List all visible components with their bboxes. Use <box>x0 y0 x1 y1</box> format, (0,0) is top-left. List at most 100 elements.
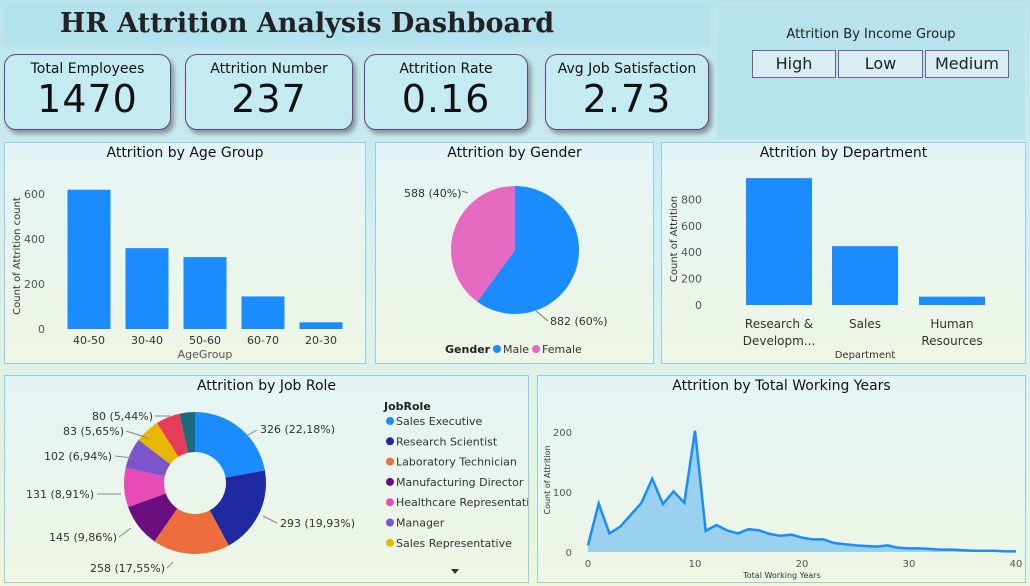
data-label: 293 (19,93%) <box>280 517 355 530</box>
legend-label: Sales Executive <box>396 415 483 428</box>
leader-line <box>262 515 278 524</box>
y-tick-label: 200 <box>24 278 45 291</box>
legend-label: Manager <box>396 517 445 530</box>
legend-label: Research Scientist <box>396 435 498 448</box>
kpi-attrition-rate[interactable]: Attrition Rate 0.16 <box>364 54 528 130</box>
bar <box>67 189 111 329</box>
y-tick-label: 800 <box>681 193 702 206</box>
x-tick-label: 30 <box>903 559 916 570</box>
x-axis-label: AgeGroup <box>178 348 233 361</box>
y-axis-label: Count of Attrition <box>669 196 680 282</box>
x-tick-label: 40 <box>1010 559 1023 570</box>
x-tick-label: Human Resources <box>921 317 982 348</box>
legend-marker <box>386 457 394 466</box>
working-years-area-chart: 0 100 200 0 10 20 30 40 Total Working Years Count… <box>543 428 1023 580</box>
legend-scroll-down-icon <box>451 569 459 574</box>
x-tick-label: Research & Developm... <box>743 317 816 348</box>
legend-marker <box>386 518 394 527</box>
data-label: 131 (8,91%) <box>26 488 94 501</box>
y-tick-label: 0 <box>695 299 702 312</box>
kpi-label: Total Employees <box>30 61 145 77</box>
legend-marker <box>532 345 540 353</box>
y-tick-label: 0 <box>38 323 45 336</box>
x-tick-label: 50-60 <box>189 334 221 347</box>
data-label: 882 (60%) <box>550 315 608 328</box>
y-tick-label: 600 <box>24 188 45 201</box>
slicer-option-low[interactable]: Low <box>838 50 923 78</box>
panel-attrition-by-age-group: Attrition by Age Group 0 200 400 600 40-50 30… <box>4 142 366 364</box>
donut-slice <box>195 412 265 478</box>
kpi-avg-job-satisfaction[interactable]: Avg Job Satisfaction 2.73 <box>545 54 709 130</box>
legend-label: Healthcare Representative <box>396 496 528 509</box>
kpi-total-employees[interactable]: Total Employees 1470 <box>4 54 171 130</box>
page-title: HR Attrition Analysis Dashboard <box>59 8 555 39</box>
slicer-title: Attrition By Income Group <box>786 27 956 42</box>
x-axis-label: Total Working Years <box>742 571 821 580</box>
kpi-value: 237 <box>231 77 307 121</box>
panel-attrition-by-job-role: Attrition by Job Role 326 (22,18%) 293 (1… <box>4 375 529 583</box>
bar <box>919 296 985 305</box>
legend-marker <box>386 498 394 507</box>
y-axis-label: Count of Attrition count <box>12 197 23 315</box>
panel-attrition-by-working-years: Attrition by Total Working Years 0 100 200… <box>537 375 1026 583</box>
data-label: 326 (22,18%) <box>260 423 335 436</box>
x-tick-label: 30-40 <box>131 334 163 347</box>
gender-pie-chart: 882 (60%) 588 (40%) Gender Male Female <box>404 186 608 356</box>
kpi-label: Avg Job Satisfaction <box>557 61 697 77</box>
data-label: 80 (5,44%) <box>92 410 153 423</box>
legend-label: Laboratory Technician <box>396 456 517 469</box>
dashboard-title-bar: HR Attrition Analysis Dashboard <box>4 4 710 46</box>
bar <box>746 178 812 305</box>
y-tick-label: 200 <box>553 428 572 439</box>
slicer-option-medium[interactable]: Medium <box>925 50 1009 78</box>
legend-label: Male <box>503 343 529 356</box>
leader-line <box>535 310 549 322</box>
y-tick-label: 100 <box>553 488 572 499</box>
legend-label: Sales Representative <box>396 537 512 550</box>
y-tick-label: 400 <box>681 246 702 259</box>
legend-label: Female <box>542 343 582 356</box>
legend-marker <box>386 477 394 486</box>
x-axis-label: Department <box>835 350 896 361</box>
x-tick-label: 0 <box>585 559 591 570</box>
bar <box>241 296 285 329</box>
job-role-donut-chart: 326 (22,18%) 293 (19,93%) 258 (17,55%) 145 … <box>26 400 528 575</box>
data-label: 102 (6,94%) <box>44 450 112 463</box>
y-tick-label: 600 <box>681 220 702 233</box>
kpi-label: Attrition Number <box>210 61 328 77</box>
legend-title: JobRole <box>383 400 431 413</box>
x-tick-label: Sales <box>849 317 881 331</box>
legend-marker <box>386 538 394 547</box>
data-label: 145 (9,86%) <box>49 531 117 544</box>
x-tick-label: 40-50 <box>73 334 105 347</box>
x-tick-label: 60-70 <box>247 334 279 347</box>
leader-line <box>461 190 469 194</box>
legend-label: Manufacturing Director <box>396 476 524 489</box>
area-fill <box>588 430 1016 552</box>
data-label: 258 (17,55%) <box>90 562 165 575</box>
bar <box>183 257 227 329</box>
legend-marker <box>386 437 394 446</box>
x-tick-label: 20 <box>796 559 809 570</box>
bar <box>125 248 169 329</box>
leader-line <box>118 527 132 538</box>
age-group-bar-chart: 0 200 400 600 40-50 30-40 50-60 60-70 20-30 AgeGr… <box>12 188 343 361</box>
bar <box>299 322 343 329</box>
department-bar-chart: 0 200 400 600 800 Research & Developm... Sales H… <box>669 178 985 361</box>
kpi-attrition-number[interactable]: Attrition Number 237 <box>185 54 353 130</box>
data-label: 83 (5,65%) <box>63 425 124 438</box>
kpi-value: 2.73 <box>582 77 672 121</box>
legend-title: Gender <box>445 343 491 356</box>
y-tick-label: 400 <box>24 233 45 246</box>
bar <box>832 246 898 305</box>
y-tick-label: 0 <box>566 548 572 559</box>
data-label: 588 (40%) <box>404 187 462 200</box>
slicer-option-high[interactable]: High <box>752 50 836 78</box>
legend-marker <box>386 417 394 425</box>
y-tick-label: 200 <box>681 273 702 286</box>
kpi-value: 0.16 <box>401 77 491 121</box>
legend-marker <box>493 345 501 353</box>
kpi-label: Attrition Rate <box>399 61 493 77</box>
panel-attrition-by-gender: Attrition by Gender 882 (60%) 588 (40%) Ge… <box>375 142 654 364</box>
leader-line <box>166 561 174 569</box>
